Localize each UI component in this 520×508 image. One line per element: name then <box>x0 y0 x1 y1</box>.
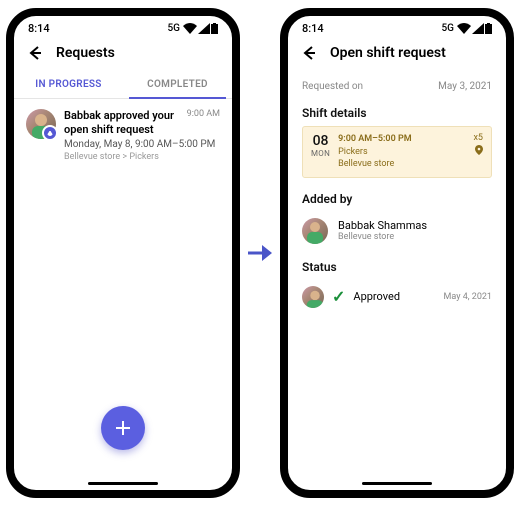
wifi-icon <box>457 23 471 34</box>
clock: 8:14 <box>28 22 50 35</box>
signal-icon <box>472 23 484 34</box>
signal-icon <box>198 23 210 34</box>
battery-icon <box>485 23 492 34</box>
added-by-name: Babbak Shammas <box>338 219 427 232</box>
battery-icon <box>211 23 218 34</box>
app-bar: Open shift request <box>288 37 506 71</box>
requested-on-label: Requested on <box>302 81 363 92</box>
tab-in-progress[interactable]: IN PROGRESS <box>14 71 123 98</box>
requested-on-date: May 3, 2021 <box>438 81 492 92</box>
location-pin-icon <box>473 145 483 158</box>
page-title: Requests <box>56 45 115 61</box>
shift-day-of-week: MON <box>311 149 330 158</box>
wifi-icon <box>183 23 197 34</box>
phone-requests: 8:14 5G Requests IN PROGRESS COMPLETED <box>6 8 240 498</box>
shift-details-label: Shift details <box>288 96 506 126</box>
network-label: 5G <box>168 23 181 34</box>
request-title: Babbak approved your open shift request <box>64 109 181 137</box>
status-label: Status <box>288 250 506 280</box>
home-indicator <box>88 482 158 485</box>
request-time: 9:00 AM <box>187 109 220 137</box>
shift-count: x5 <box>473 133 483 143</box>
add-button[interactable] <box>101 406 145 450</box>
request-subtitle: Monday, May 8, 9:00 AM–5:00 PM <box>64 139 220 150</box>
added-by-row[interactable]: Babbak Shammas Bellevue store <box>288 212 506 250</box>
back-icon[interactable] <box>300 45 316 61</box>
shift-day-number: 08 <box>311 133 330 149</box>
flow-arrow-icon <box>246 243 274 263</box>
status-bar: 8:14 5G <box>14 16 232 37</box>
plus-icon <box>114 419 132 437</box>
shift-badge-icon <box>42 125 58 141</box>
tabs: IN PROGRESS COMPLETED <box>14 71 232 99</box>
added-by-label: Added by <box>288 182 506 212</box>
avatar <box>302 286 324 308</box>
home-indicator <box>362 482 432 485</box>
page-title: Open shift request <box>330 45 446 61</box>
back-icon[interactable] <box>26 45 42 61</box>
clock: 8:14 <box>302 22 324 35</box>
avatar <box>302 218 328 244</box>
phone-detail: 8:14 5G Open shift request Requested on … <box>280 8 514 498</box>
shift-store: Bellevue store <box>338 158 412 171</box>
status-row: ✓ Approved May 4, 2021 <box>288 280 506 314</box>
added-by-store: Bellevue store <box>338 232 427 242</box>
status-date: May 4, 2021 <box>444 292 492 302</box>
request-item[interactable]: Babbak approved your open shift request … <box>26 109 220 162</box>
app-bar: Requests <box>14 37 232 71</box>
shift-card[interactable]: 08 MON 9:00 AM–5:00 PM Pickers Bellevue … <box>302 126 492 178</box>
tab-completed[interactable]: COMPLETED <box>123 71 232 98</box>
check-icon: ✓ <box>332 287 345 306</box>
status-bar: 8:14 5G <box>288 16 506 37</box>
shift-group: Pickers <box>338 146 412 159</box>
request-location: Bellevue store > Pickers <box>64 152 220 162</box>
status-text: Approved <box>353 290 435 303</box>
shift-time: 9:00 AM–5:00 PM <box>338 133 412 146</box>
network-label: 5G <box>442 23 455 34</box>
